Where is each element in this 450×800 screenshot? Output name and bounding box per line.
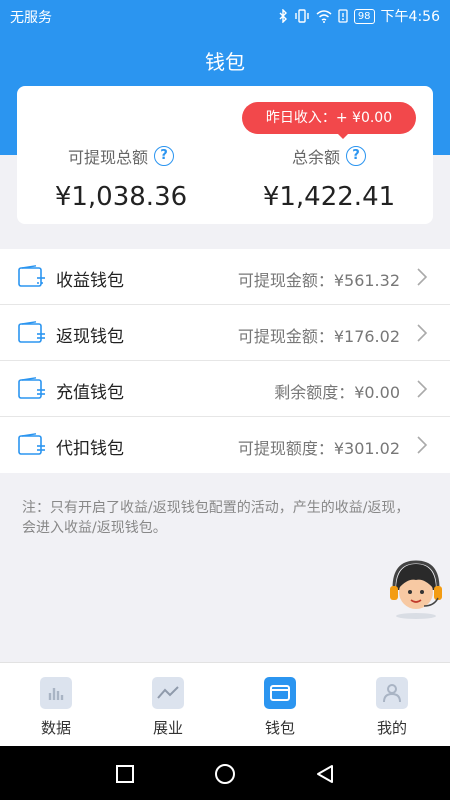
withdrawable-total: 可提现总额 ? ¥1,038.36 (17, 144, 225, 212)
wallet-icon (18, 377, 45, 399)
tab-business[interactable]: 展业 (112, 677, 224, 738)
wallet-icon (18, 321, 45, 343)
chevron-right-icon (417, 380, 428, 398)
wallet-row-withhold[interactable]: 代扣钱包 可提现额度：¥301.02 (0, 417, 450, 473)
total-balance: 总余额 ? ¥1,422.41 (225, 144, 433, 212)
wallet-amount: 可提现金额：¥176.02 (237, 327, 400, 346)
wallet-icon (264, 677, 296, 709)
tab-data[interactable]: 数据 (0, 677, 112, 738)
wallet-row-income[interactable]: 收益钱包 可提现金额：¥561.32 (0, 249, 450, 305)
help-icon[interactable]: ? (154, 146, 174, 166)
wallet-amount: 剩余额度：¥0.00 (274, 383, 400, 402)
wallet-name: 代扣钱包 (56, 439, 124, 459)
page-title: 钱包 (205, 50, 245, 74)
chevron-right-icon (417, 324, 428, 342)
tab-label: 我的 (376, 719, 407, 737)
tab-mine[interactable]: 我的 (336, 677, 448, 738)
bluetooth-icon (279, 9, 287, 23)
tab-label: 数据 (40, 719, 71, 737)
status-icons: 98 下午4:56 (278, 6, 440, 26)
vibrate-icon (295, 9, 309, 23)
total-balance-label: 总余额 (291, 148, 340, 167)
clock-text: 下午4:56 (380, 9, 440, 25)
wallet-name: 收益钱包 (56, 271, 124, 291)
wallet-row-recharge[interactable]: 充值钱包 剩余额度：¥0.00 (0, 361, 450, 417)
wallet-icon (18, 433, 45, 455)
wallet-name: 充值钱包 (56, 383, 124, 403)
summary-card: 昨日收入：+ ¥0.00 可提现总额 ? ¥1,038.36 总余额 ? ¥1,… (17, 86, 433, 224)
chevron-right-icon (417, 268, 428, 286)
tab-wallet[interactable]: 钱包 (224, 677, 336, 738)
wallet-icon (18, 265, 45, 287)
tab-label: 展业 (152, 719, 183, 737)
battery-indicator: 98 (353, 8, 375, 24)
yesterday-income-badge: 昨日收入：+ ¥0.00 (242, 102, 416, 134)
wallet-amount: 可提现金额：¥561.32 (237, 271, 400, 290)
wallet-amount: 可提现额度：¥301.02 (237, 439, 400, 458)
wifi-icon (316, 9, 332, 23)
sim-alert-icon (338, 9, 348, 23)
withdrawable-total-value: ¥1,038.36 (54, 182, 188, 212)
tab-label: 钱包 (264, 719, 295, 737)
withdrawable-total-label: 可提现总额 (67, 148, 148, 167)
carrier-text: 无服务 (10, 10, 52, 26)
badge-pointer (337, 133, 349, 139)
system-navigation-bar (0, 746, 450, 800)
total-balance-value: ¥1,422.41 (262, 182, 396, 212)
user-icon (376, 677, 408, 709)
wallet-name: 返现钱包 (56, 327, 124, 347)
home-icon[interactable] (214, 763, 236, 785)
status-bar: 无服务 98 下午4:56 (0, 0, 450, 32)
chevron-right-icon (417, 436, 428, 454)
bar-chart-icon (40, 677, 72, 709)
wallet-list: 收益钱包 可提现金额：¥561.32 返现钱包 可提现金额：¥176.02 充值… (0, 249, 450, 473)
wallet-note: 注：只有开启了收益/返现钱包配置的活动，产生的收益/返现，会进入收益/返现钱包。 (22, 500, 410, 536)
wallet-row-cashback[interactable]: 返现钱包 可提现金额：¥176.02 (0, 305, 450, 361)
trend-line-icon (152, 677, 184, 709)
recent-apps-icon[interactable] (114, 763, 136, 785)
customer-service-avatar-icon[interactable] (386, 558, 446, 620)
help-icon[interactable]: ? (346, 146, 366, 166)
back-icon[interactable] (314, 763, 336, 785)
bottom-tab-bar: 数据 展业 钱包 我的 (0, 662, 450, 746)
